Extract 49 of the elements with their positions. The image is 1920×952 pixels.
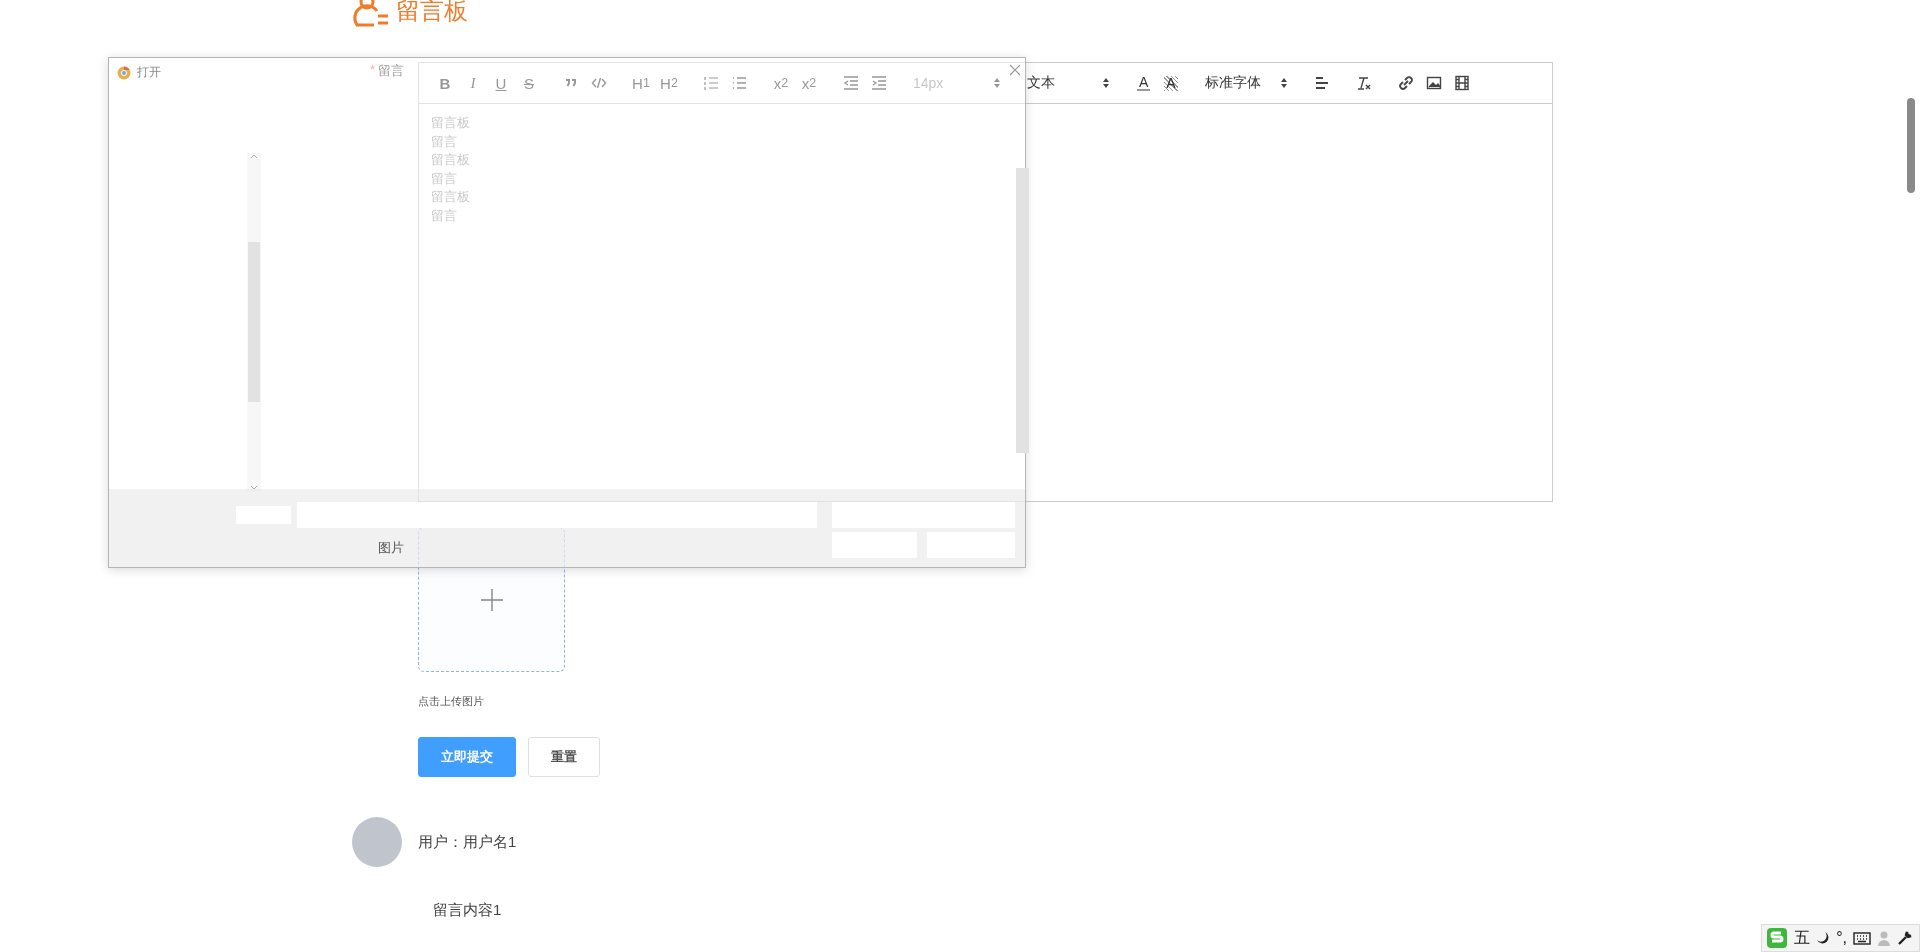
submit-button[interactable]: 立即提交: [418, 737, 516, 777]
image-upload-area[interactable]: [418, 527, 565, 672]
wrench-icon[interactable]: [1897, 930, 1913, 946]
field-label: 留言: [378, 62, 404, 80]
person-icon[interactable]: [1877, 930, 1891, 946]
page-scrollbar-thumb[interactable]: [1907, 98, 1915, 193]
numbered-list-icon[interactable]: [703, 75, 719, 91]
align-left-icon[interactable]: [1313, 75, 1330, 91]
ime-mode[interactable]: 五: [1794, 927, 1811, 949]
outdent-icon[interactable]: [843, 75, 859, 91]
chevron-up-icon[interactable]: [250, 153, 258, 159]
film-icon[interactable]: [1453, 75, 1470, 91]
keyboard-icon[interactable]: [1853, 931, 1871, 945]
close-icon[interactable]: [1009, 64, 1021, 76]
sort-arrows-icon: [1279, 77, 1288, 89]
moon-icon[interactable]: [1816, 931, 1831, 945]
background-color-button[interactable]: A: [1164, 75, 1178, 91]
input-method-logo[interactable]: [1766, 927, 1789, 949]
link-icon[interactable]: [1397, 75, 1414, 91]
comment-user: 用户：用户名1: [418, 832, 517, 852]
chevron-down-icon[interactable]: [250, 485, 258, 491]
comment-content: 留言内容1: [433, 901, 503, 920]
ime-mode[interactable]: °,: [1836, 929, 1847, 947]
format-button[interactable]: I: [459, 71, 487, 95]
format-button[interactable]: S: [515, 71, 543, 95]
scrollbar-thumb[interactable]: [1016, 168, 1029, 453]
image-icon[interactable]: [1425, 75, 1442, 91]
code-icon[interactable]: [591, 75, 607, 91]
sort-arrows-icon: [993, 77, 1001, 89]
avatar: [352, 817, 402, 867]
dropdown[interactable]: 标准字体: [1198, 71, 1294, 95]
plus-icon: [479, 587, 504, 612]
scrollbar[interactable]: [247, 153, 261, 491]
indent-icon[interactable]: [871, 75, 887, 91]
format-button[interactable]: B: [431, 71, 459, 95]
dialog-title: 打开: [137, 64, 161, 81]
browser-icon: [117, 65, 131, 80]
font-color-button[interactable]: A: [1137, 75, 1151, 91]
sort-arrows-icon: [1102, 77, 1110, 89]
required-mark: *: [369, 62, 375, 79]
field-label: 图片: [378, 539, 404, 557]
dropdown[interactable]: 14px: [907, 71, 1007, 95]
upload-hint: 点击上传图片: [418, 694, 485, 709]
format-button[interactable]: U: [487, 71, 515, 95]
dropdown[interactable]: 文本: [1021, 71, 1116, 95]
user-list-icon: [352, 0, 390, 28]
reset-button[interactable]: 重置: [528, 737, 600, 777]
clear-format-icon[interactable]: [1355, 75, 1372, 91]
bullet-list-icon[interactable]: [731, 75, 747, 91]
